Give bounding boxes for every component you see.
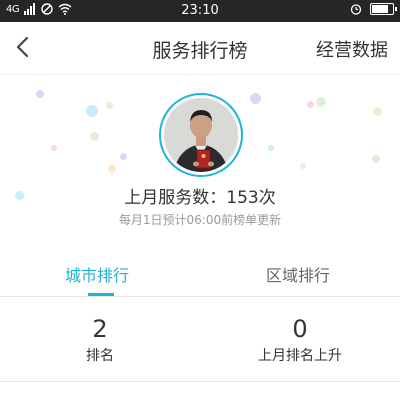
avatar[interactable] (159, 93, 243, 177)
business-data-link[interactable]: 经营数据 (316, 36, 388, 62)
decor-dot (372, 155, 380, 163)
status-right (350, 3, 397, 15)
decor-dot (268, 145, 274, 151)
profile-header: 上月服务数：153次 每月1日预计06:00前榜单更新 (0, 75, 400, 245)
ranking-stats: 2 排名 0 上月排名上升 (0, 297, 400, 382)
rank-value: 2 (92, 315, 108, 343)
rank-rise-label: 上月排名上升 (258, 348, 342, 364)
nav-bar: 服务排行榜 经营数据 (0, 22, 400, 75)
alarm-icon (350, 4, 362, 15)
decor-dot (300, 163, 306, 169)
tab-region-ranking[interactable]: 区域排行 (266, 262, 330, 286)
decor-dot (108, 165, 116, 173)
rank-label: 排名 (86, 348, 114, 364)
ranking-tabs: 城市排行 区域排行 (0, 248, 400, 297)
decor-dot (250, 93, 261, 104)
decor-dot (316, 97, 326, 107)
rank-rise-value: 0 (292, 315, 308, 343)
decor-dot (106, 102, 113, 109)
decor-dot (51, 145, 57, 151)
decor-dot (373, 107, 382, 116)
decor-dot (307, 101, 314, 108)
decor-dot (86, 105, 98, 117)
avatar-photo (164, 98, 238, 172)
decor-dot (120, 153, 127, 160)
rank-stat: 2 排名 (0, 315, 200, 365)
battery-icon (370, 3, 397, 15)
clock: 23:10 (181, 3, 219, 18)
service-count: 上月服务数：153次 (124, 188, 276, 208)
active-tab-indicator (88, 293, 114, 296)
decor-dot (90, 132, 99, 141)
status-bar: 4G 23:10 (0, 0, 400, 22)
update-note: 每月1日预计06:00前榜单更新 (118, 213, 282, 227)
decor-dot (36, 90, 44, 98)
tab-city-ranking[interactable]: 城市排行 (65, 262, 129, 286)
rank-rise-stat: 0 上月排名上升 (200, 315, 400, 365)
